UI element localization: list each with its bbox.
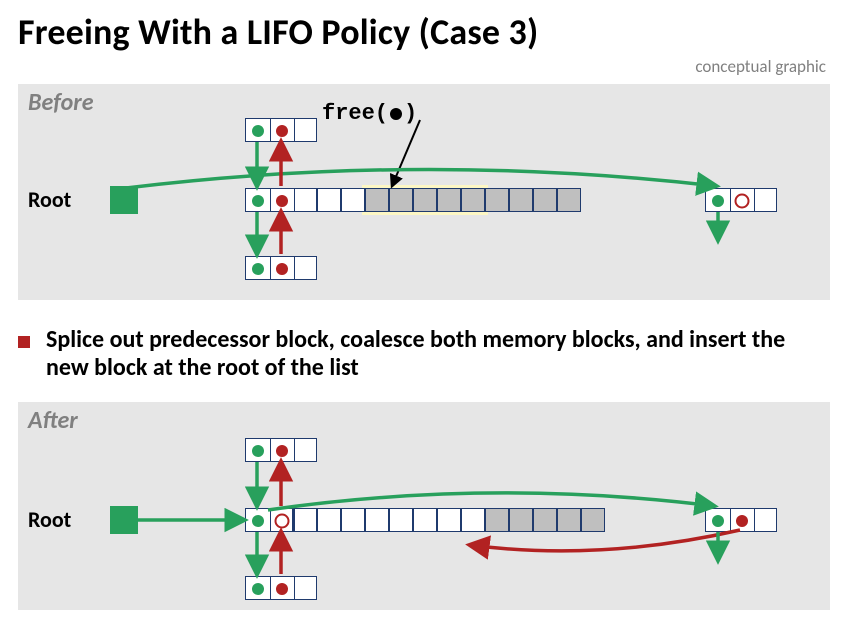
root-square-icon <box>110 506 138 534</box>
root-square-icon <box>110 186 138 214</box>
slide-root: Freeing With a LIFO Policy (Case 3) conc… <box>0 0 848 631</box>
ring-red-ptr-icon <box>735 194 750 209</box>
free-text-suffix: ) <box>404 101 417 126</box>
mem-cell-used <box>365 188 389 212</box>
mem-cell-free <box>317 508 341 532</box>
mem-cell-used <box>581 508 605 532</box>
list-node <box>245 256 317 280</box>
panel-after: After <box>18 402 830 610</box>
green-ptr-icon <box>252 263 264 275</box>
red-ptr-icon <box>276 125 288 137</box>
list-node <box>705 188 777 212</box>
free-call-label: free( ) <box>322 101 417 126</box>
mem-cell-used <box>413 188 437 212</box>
watermark-label: conceptual graphic <box>695 56 826 77</box>
bullet-row: Splice out predecessor block, coalesce b… <box>18 326 830 381</box>
green-ptr-icon <box>252 195 264 207</box>
green-ptr-icon <box>712 195 724 207</box>
mem-cell-free <box>413 508 437 532</box>
list-node <box>245 576 317 600</box>
mem-cell-free <box>461 508 485 532</box>
mem-cell-free <box>293 508 317 532</box>
free-arg-dot-icon <box>390 108 402 120</box>
green-ptr-icon <box>252 583 264 595</box>
slide-title: Freeing With a LIFO Policy (Case 3) <box>18 10 538 54</box>
panel-after-label: After <box>28 406 78 435</box>
mem-cell-used <box>557 508 581 532</box>
ring-red-ptr-icon <box>275 514 290 529</box>
mem-cell-free <box>341 188 365 212</box>
green-ptr-icon <box>252 515 264 527</box>
mem-cell-used <box>557 188 581 212</box>
red-ptr-icon <box>736 515 748 527</box>
list-node <box>245 188 317 212</box>
bullet-text: Splice out predecessor block, coalesce b… <box>46 326 830 381</box>
mem-cell-free <box>365 508 389 532</box>
root-label-before: Root <box>28 186 71 213</box>
mem-cell-free <box>317 188 341 212</box>
free-text-prefix: free( <box>322 101 388 126</box>
mem-cell-used <box>485 508 509 532</box>
panel-before-label: Before <box>28 88 94 117</box>
mem-cell-used <box>509 188 533 212</box>
mem-cell-free <box>341 508 365 532</box>
list-node <box>705 508 777 532</box>
green-ptr-icon <box>252 445 264 457</box>
list-node <box>245 508 293 532</box>
mem-cell-used <box>389 188 413 212</box>
mem-cell-used <box>461 188 485 212</box>
red-ptr-icon <box>276 195 288 207</box>
green-ptr-icon <box>252 125 264 137</box>
bullet-icon <box>18 336 30 348</box>
mem-cell-used <box>509 508 533 532</box>
mem-cell-used <box>437 188 461 212</box>
red-ptr-icon <box>276 263 288 275</box>
mem-cell-used <box>533 188 557 212</box>
mem-cell-free <box>389 508 413 532</box>
list-node <box>245 118 317 142</box>
red-ptr-icon <box>276 445 288 457</box>
green-ptr-icon <box>712 515 724 527</box>
root-label-after: Root <box>28 506 71 533</box>
mem-cell-free <box>437 508 461 532</box>
list-node <box>245 438 317 462</box>
red-ptr-icon <box>276 583 288 595</box>
mem-cell-used <box>533 508 557 532</box>
mem-cell-used <box>485 188 509 212</box>
